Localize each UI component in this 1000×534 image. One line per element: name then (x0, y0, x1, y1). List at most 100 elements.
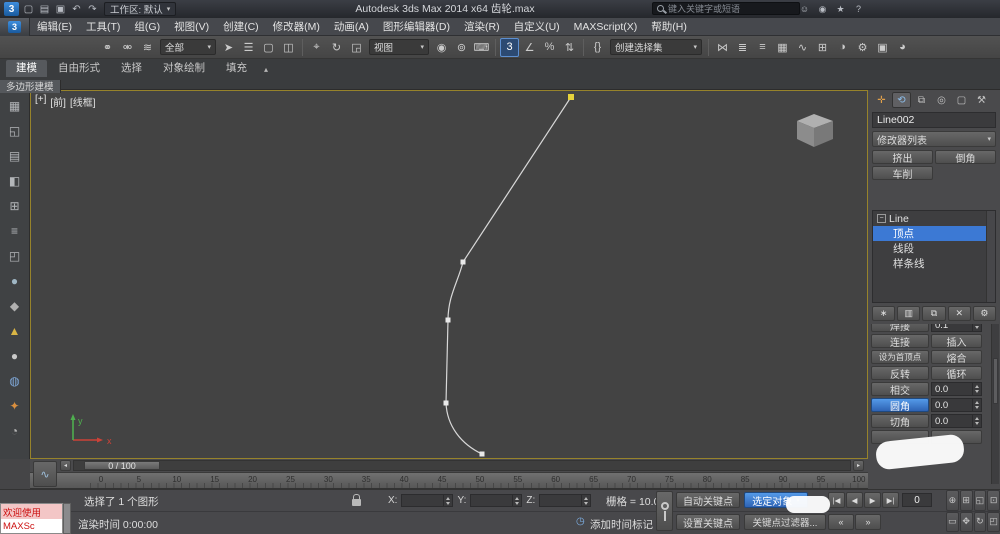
reverse-button[interactable]: 反转 (871, 366, 929, 381)
material-editor-icon[interactable]: ◑ (833, 38, 852, 57)
schematic-view-icon[interactable]: ⊞ (813, 38, 832, 57)
viewport-view-menu[interactable]: [前] (50, 94, 66, 109)
pan-icon[interactable]: ✥ (959, 511, 973, 532)
current-frame-field[interactable]: 0 (902, 493, 932, 507)
scrollbar-thumb[interactable] (993, 358, 998, 404)
auto-key-button[interactable]: 自动关键点 (676, 492, 740, 508)
menu-item[interactable]: 组(G) (127, 18, 167, 36)
save-file-icon[interactable]: ▣ (53, 2, 68, 16)
menu-item[interactable]: 帮助(H) (644, 18, 694, 36)
next-key-button[interactable]: » (855, 514, 881, 530)
front-viewport[interactable]: [+] [前] [线框] x y (30, 90, 868, 459)
menu-item[interactable]: 修改器(M) (266, 18, 327, 36)
application-menu-button[interactable]: 3 (0, 17, 30, 36)
ribbon-tool-icon-cone[interactable]: ▲ (3, 319, 27, 342)
viewport-menu-plus[interactable]: [+] (35, 94, 46, 109)
maxscript-mini-listener[interactable]: 欢迎使用 MAXSc (0, 503, 63, 534)
ribbon-tool-icon-disc[interactable]: ◍ (3, 369, 27, 392)
ribbon-tool-icon-star[interactable]: ✦ (3, 394, 27, 417)
menu-item[interactable]: 渲染(R) (457, 18, 507, 36)
add-time-tag[interactable]: 添加时间标记 (590, 517, 653, 532)
curve-editor-icon[interactable]: ∿ (793, 38, 812, 57)
orbit-icon[interactable]: ↻ (973, 511, 987, 532)
select-and-link-icon[interactable]: ⚭ (98, 38, 117, 57)
ribbon-tab[interactable]: 选择 (111, 60, 152, 77)
weld-threshold-value[interactable]: 0.1 (932, 324, 972, 331)
time-slider-left-arrow[interactable]: ◂ (60, 460, 71, 471)
ribbon-tool-icon-sphere[interactable]: ● (3, 269, 27, 292)
make-unique-icon[interactable]: ⧉ (922, 306, 946, 321)
zoom-all-icon[interactable]: ⊞ (959, 490, 973, 511)
new-scene-icon[interactable]: ▢ (21, 2, 36, 16)
zoom-extents-all-icon[interactable]: ⊡ (987, 490, 1000, 511)
unlink-selection-icon[interactable]: ⚮ (118, 38, 137, 57)
modify-tab-icon[interactable]: ⟲ (892, 92, 911, 108)
viewport-shading-menu[interactable]: [线框] (70, 94, 96, 109)
zoom-icon[interactable]: ⊕ (946, 490, 959, 511)
time-slider-right-arrow[interactable]: ▸ (853, 460, 864, 471)
remove-modifier-icon[interactable]: ✕ (947, 306, 971, 321)
mirror-icon[interactable]: ⋈ (713, 38, 732, 57)
motion-tab-icon[interactable]: ◎ (932, 92, 951, 108)
mini-curve-editor-button[interactable]: ∿ (33, 461, 57, 487)
ribbon-tool-icon-align[interactable]: ≡ (3, 219, 27, 242)
display-tab-icon[interactable]: ▢ (952, 92, 971, 108)
cycle-button[interactable]: 循环 (931, 366, 982, 381)
utilities-tab-icon[interactable]: ⚒ (972, 92, 991, 108)
ribbon-tab[interactable]: 建模 (6, 60, 47, 77)
extrude-button[interactable]: 挤出 (872, 150, 933, 165)
connect-button[interactable]: 连接 (871, 334, 929, 349)
chamfer-value[interactable]: 0.0 (932, 416, 972, 427)
crossinsert-button[interactable]: 相交 (871, 382, 929, 397)
render-production-icon[interactable]: ◕ (893, 38, 912, 57)
snap-toggle-3d-icon[interactable]: 3 (500, 37, 519, 57)
bind-to-space-warp-icon[interactable]: ≋ (138, 38, 157, 57)
selection-filter-dropdown[interactable]: 全部 (160, 39, 216, 55)
select-and-scale-icon[interactable]: ◲ (347, 38, 366, 57)
communication-center-icon[interactable]: ◉ (815, 2, 830, 16)
named-selection-sets-dropdown[interactable]: 创建选择集 (610, 39, 702, 55)
time-slider-thumb[interactable]: 0 / 100 (84, 461, 160, 471)
menu-item[interactable]: 动画(A) (327, 18, 376, 36)
spinner-arrows-icon[interactable] (972, 415, 981, 427)
selection-lock-icon[interactable] (352, 494, 361, 506)
favorites-icon[interactable]: ★ (833, 2, 848, 16)
x-coordinate-field[interactable] (401, 494, 454, 507)
angle-snap-icon[interactable]: ∠ (520, 38, 539, 57)
select-by-name-icon[interactable]: ☰ (239, 38, 258, 57)
expander-icon[interactable] (877, 214, 886, 223)
ribbon-tool-icon-pie[interactable]: ◔ (3, 419, 27, 442)
y-coordinate-field[interactable] (470, 494, 523, 507)
menu-item[interactable]: 图形编辑器(D) (376, 18, 457, 36)
render-setup-icon[interactable]: ⚙ (853, 38, 872, 57)
maximize-viewport-icon[interactable]: ◰ (987, 511, 1000, 532)
stack-item-line[interactable]: Line (873, 211, 995, 226)
open-file-icon[interactable]: ▤ (37, 2, 52, 16)
menu-item[interactable]: 工具(T) (79, 18, 127, 36)
play-button[interactable]: ▶ (864, 492, 881, 508)
search-input[interactable]: 键入关键字或短语 (652, 2, 800, 15)
key-filters-button[interactable]: 关键点过滤器... (744, 514, 826, 530)
align-icon[interactable]: ≣ (733, 38, 752, 57)
window-crossing-icon[interactable]: ◫ (279, 38, 298, 57)
sign-in-icon[interactable]: ☺ (797, 2, 812, 16)
create-tab-icon[interactable]: ✛ (872, 92, 891, 108)
ribbon-tab[interactable]: 自由形式 (48, 60, 110, 77)
percent-snap-icon[interactable]: % (540, 38, 559, 57)
ribbon-tool-icon-subdiv[interactable]: ⊞ (3, 194, 27, 217)
chamfer-button[interactable]: 切角 (871, 414, 929, 429)
rollout-scrollbar[interactable] (991, 324, 999, 484)
ribbon-tool-icon-grid[interactable]: ▦ (3, 94, 27, 117)
hierarchy-tab-icon[interactable]: ⧉ (912, 92, 931, 108)
time-slider-track[interactable]: 0 / 100 (73, 460, 851, 471)
rectangular-selection-region-icon[interactable]: ▢ (259, 38, 278, 57)
spinner-arrows-icon[interactable] (972, 399, 981, 411)
select-object-icon[interactable]: ➤ (219, 38, 238, 57)
graphite-ribbon-icon[interactable]: ▦ (773, 38, 792, 57)
viewcube[interactable] (787, 109, 841, 151)
spinner-arrows-icon[interactable] (443, 495, 452, 506)
keyboard-shortcut-override-icon[interactable]: ⌨ (472, 38, 491, 57)
ribbon-tab[interactable]: 对象绘制 (153, 60, 215, 77)
show-end-result-icon[interactable]: ▥ (897, 306, 921, 321)
set-key-button[interactable]: 设置关键点 (676, 514, 740, 530)
